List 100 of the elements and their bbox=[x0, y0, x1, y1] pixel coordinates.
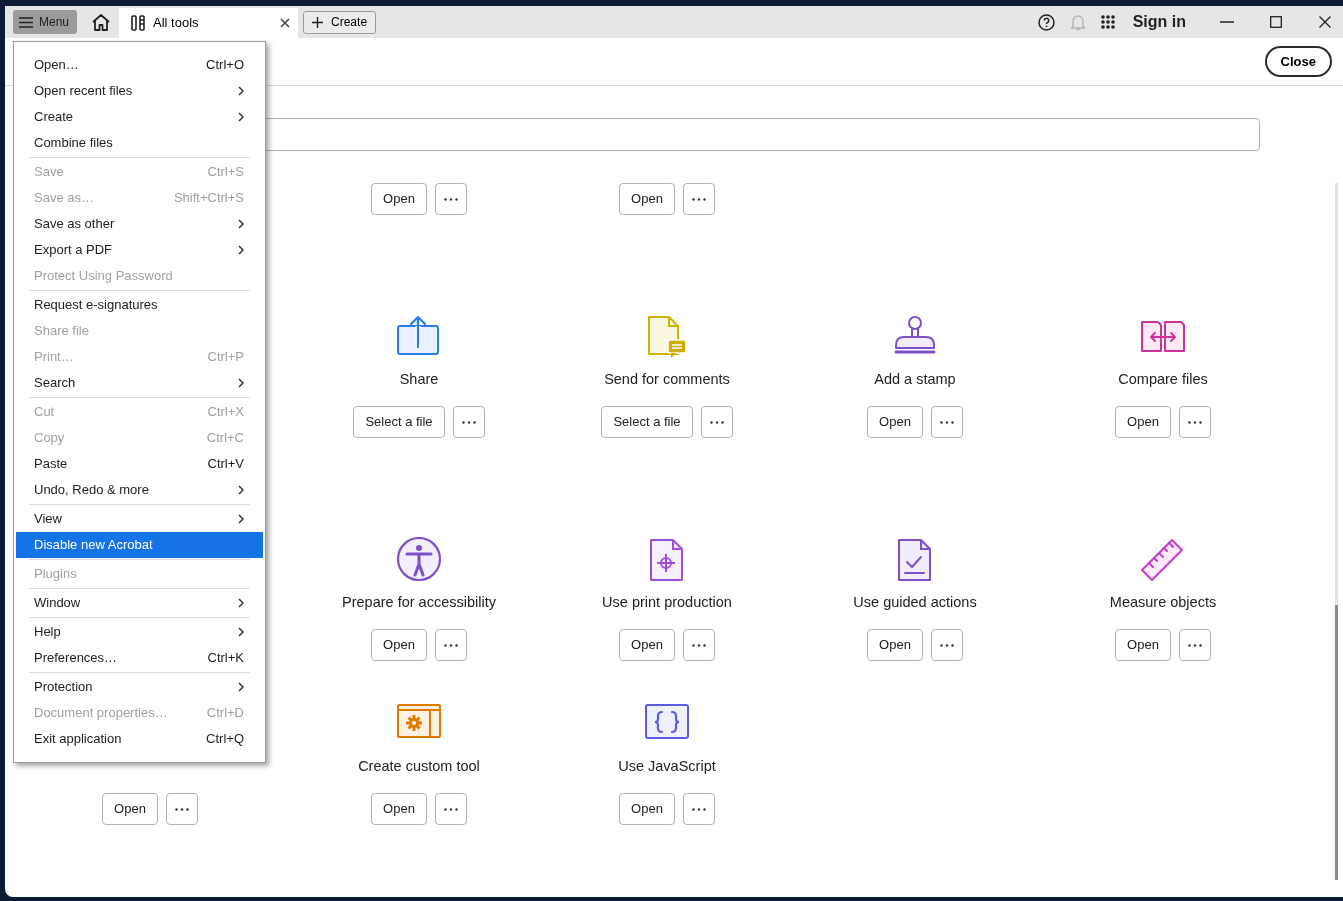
shortcut-text: Ctrl+D bbox=[206, 704, 244, 722]
menu-item[interactable]: Preferences… Ctrl+K bbox=[16, 645, 263, 671]
more-icon bbox=[709, 420, 724, 424]
tool-action-button[interactable]: Open bbox=[867, 406, 923, 438]
menu-item[interactable]: Open recent files bbox=[16, 78, 263, 104]
menu-item[interactable]: Open… Ctrl+O bbox=[16, 52, 263, 78]
chevron-right-icon bbox=[238, 219, 244, 229]
chevron-right-icon bbox=[238, 112, 244, 122]
more-icon bbox=[1187, 643, 1202, 647]
menu-item[interactable]: Paste Ctrl+V bbox=[16, 451, 263, 477]
tool-action-button[interactable]: Open bbox=[371, 629, 427, 661]
menu-item[interactable]: Combine files bbox=[16, 130, 263, 156]
tool-name: Prepare for accessibility bbox=[342, 593, 496, 612]
more-button[interactable] bbox=[682, 793, 715, 825]
menu-item[interactable]: Protection bbox=[16, 674, 263, 700]
shortcut-text: Ctrl+V bbox=[207, 455, 244, 473]
more-icon bbox=[691, 807, 706, 811]
close-icon[interactable] bbox=[280, 18, 291, 28]
menu-item[interactable]: Create bbox=[16, 104, 263, 130]
shortcut-text: Ctrl+Q bbox=[206, 730, 244, 748]
menu-icon bbox=[19, 16, 33, 28]
menu-item[interactable]: Undo, Redo & more bbox=[16, 477, 263, 503]
more-button[interactable] bbox=[1178, 406, 1211, 438]
sign-in-link[interactable]: Sign in bbox=[1132, 10, 1186, 34]
shortcut-text: Ctrl+C bbox=[206, 429, 244, 447]
more-button[interactable] bbox=[165, 793, 198, 825]
tool-action-button[interactable]: Open bbox=[102, 793, 158, 825]
tools-icon bbox=[131, 15, 146, 31]
shortcut-text: Shift+Ctrl+S bbox=[173, 189, 244, 207]
tool-action-button[interactable]: Open bbox=[1115, 629, 1171, 661]
more-button[interactable] bbox=[930, 629, 963, 661]
chevron-right-icon bbox=[238, 378, 244, 388]
tool-action-button[interactable]: Open bbox=[371, 183, 427, 215]
create-button[interactable]: Create bbox=[303, 10, 377, 34]
menu-item[interactable]: Search bbox=[16, 370, 263, 396]
more-button[interactable] bbox=[930, 406, 963, 438]
tool-action-button[interactable]: Select a file bbox=[353, 406, 445, 438]
more-icon bbox=[443, 197, 458, 201]
more-button[interactable] bbox=[1178, 629, 1211, 661]
tool-action-button[interactable]: Open bbox=[619, 629, 675, 661]
tool-name: Compare files bbox=[1118, 370, 1208, 389]
bell-icon[interactable] bbox=[1069, 13, 1086, 31]
more-icon bbox=[691, 643, 706, 647]
menu-item[interactable]: Exit application Ctrl+Q bbox=[16, 726, 263, 752]
shortcut-text: Ctrl+S bbox=[207, 163, 244, 181]
close-icon[interactable] bbox=[1319, 16, 1331, 28]
more-button[interactable] bbox=[434, 793, 467, 825]
more-button[interactable] bbox=[682, 183, 715, 215]
tool-name: Add a stamp bbox=[874, 370, 956, 389]
shortcut-text: Ctrl+O bbox=[206, 56, 244, 74]
more-button[interactable] bbox=[700, 406, 733, 438]
chevron-right-icon bbox=[238, 514, 244, 524]
tool-name: Use print production bbox=[602, 593, 732, 612]
tool-action-button[interactable]: Open bbox=[1115, 406, 1171, 438]
chevron-right-icon bbox=[238, 245, 244, 255]
chevron-right-icon bbox=[238, 485, 244, 495]
more-icon bbox=[939, 420, 954, 424]
scrollbar[interactable] bbox=[1335, 183, 1338, 880]
more-button[interactable] bbox=[452, 406, 485, 438]
tool-name: Create custom tool bbox=[358, 757, 480, 776]
menu-button[interactable]: Menu bbox=[13, 10, 78, 34]
tool-action-button[interactable]: Open bbox=[371, 793, 427, 825]
menu-item[interactable]: Window bbox=[16, 590, 263, 616]
shortcut-text: Ctrl+X bbox=[207, 403, 244, 421]
chevron-right-icon bbox=[238, 627, 244, 637]
help-icon[interactable] bbox=[1037, 13, 1055, 31]
tool-action-button[interactable]: Open bbox=[619, 793, 675, 825]
tool-name: Use JavaScript bbox=[618, 757, 716, 776]
chevron-right-icon bbox=[238, 598, 244, 608]
home-icon[interactable] bbox=[91, 13, 112, 31]
menu-item[interactable]: Disable new Acrobat bbox=[16, 532, 263, 558]
more-icon bbox=[443, 643, 458, 647]
tool-action-button[interactable]: Select a file bbox=[601, 406, 693, 438]
chevron-right-icon bbox=[238, 682, 244, 692]
more-button[interactable] bbox=[682, 629, 715, 661]
menu-item[interactable]: Help bbox=[16, 619, 263, 645]
more-icon bbox=[174, 807, 189, 811]
menu-item[interactable]: Export a PDF bbox=[16, 237, 263, 263]
accessibility-icon bbox=[395, 537, 443, 583]
more-button[interactable] bbox=[434, 183, 467, 215]
menu-item[interactable]: Request e-signatures bbox=[16, 292, 263, 318]
tab[interactable]: All tools bbox=[119, 8, 299, 38]
chevron-right-icon bbox=[238, 86, 244, 96]
menu-item[interactable]: View bbox=[16, 506, 263, 532]
more-icon bbox=[691, 197, 706, 201]
more-button[interactable] bbox=[434, 629, 467, 661]
plus-icon bbox=[312, 16, 324, 28]
tool-action-button[interactable]: Open bbox=[619, 183, 675, 215]
shortcut-text: Ctrl+K bbox=[207, 649, 244, 667]
close-button[interactable]: Close bbox=[1264, 46, 1332, 77]
more-icon bbox=[443, 807, 458, 811]
more-icon bbox=[461, 420, 476, 424]
maximize-icon[interactable] bbox=[1270, 16, 1282, 28]
shortcut-text: Ctrl+P bbox=[207, 348, 244, 366]
menu-item[interactable]: Save as other bbox=[16, 211, 263, 237]
tool-name: Use guided actions bbox=[853, 593, 977, 612]
apps-icon[interactable] bbox=[1100, 15, 1115, 29]
more-icon bbox=[1187, 420, 1202, 424]
tool-action-button[interactable]: Open bbox=[867, 629, 923, 661]
tool-name: Share bbox=[399, 370, 439, 389]
